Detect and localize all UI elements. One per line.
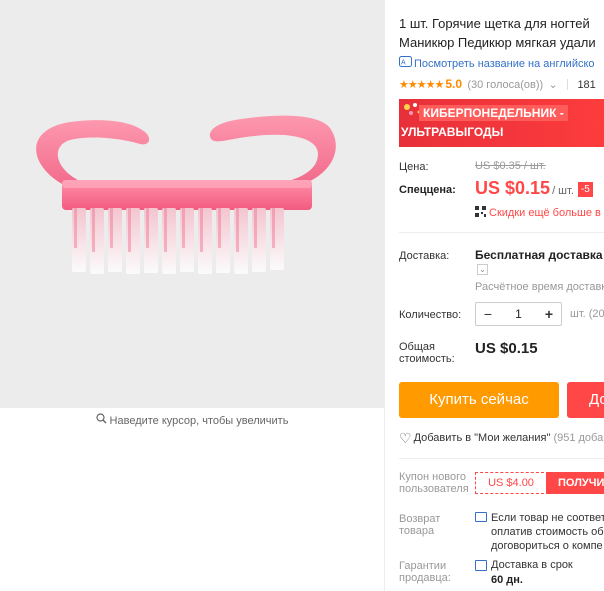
chevron-down-icon[interactable]: ⌄ [477,264,488,275]
guarantee-label-line1: Гарантии [399,560,447,572]
quantity-label: Количество: [399,309,462,321]
product-info-panel: 1 шт. Горячие щетка для ногтей Маникюр П… [384,0,604,591]
guarantee-label: Гарантии продавца: [399,560,451,584]
divider [399,458,604,459]
discount-link[interactable]: Скидки ещё больше в [475,206,601,219]
product-image[interactable] [0,0,384,408]
quantity-input[interactable]: 1 [500,303,537,325]
return-label: Возврат товара [399,513,440,537]
return-icon [475,512,487,522]
price-unit: / шт. [552,185,574,197]
magnifier-icon [95,412,107,430]
shipping-time: Расчётное время доставк [475,281,604,293]
add-to-cart-button[interactable]: До [567,382,604,418]
guarantee-days: 60 дн. [491,574,523,586]
product-title-line1: 1 шт. Горячие щетка для ногтей [399,16,590,31]
return-label-line2: товара [399,525,435,537]
total-value: US $0.15 [475,340,538,357]
discount-text[interactable]: Скидки ещё больше в [489,207,601,219]
new-user-coupon: US $4.00 ПОЛУЧИ [475,472,604,494]
return-line2: оплатив стоимость об [491,526,604,538]
quantity-stepper: − 1 + [475,302,562,326]
heart-icon: ♡ [399,430,412,446]
total-label: Общая стоимость: [399,341,455,365]
product-title: 1 шт. Горячие щетка для ногтей Маникюр П… [399,14,604,52]
delivery-truck-icon [475,560,487,571]
qr-code-icon [475,206,486,217]
zoom-hint-text: Наведите курсор, чтобы увеличить [109,415,289,427]
price-label: Цена: [399,161,429,173]
return-text: Если товар не соответ оплатив стоимость … [491,511,604,553]
translate-link-text[interactable]: Посмотреть название на английско [414,58,595,70]
price-old: US $0.35 / шт. [475,160,546,172]
shipping-label: Доставка: [399,250,450,262]
special-price-label: Спеццена: [399,184,456,196]
return-label-line1: Возврат [399,513,441,525]
coupon-label: Купон нового пользователя [399,471,469,495]
quantity-note: шт. (20 [570,308,604,320]
coupon-label-line1: Купон нового [399,471,467,483]
coupon-label-line2: пользователя [399,483,469,495]
total-label-line2: стоимость: [399,353,455,365]
divider [399,232,604,233]
buy-now-button[interactable]: Купить сейчас [399,382,559,418]
price-new-value: US $0.15 [475,178,551,198]
quantity-increase-button[interactable]: + [537,303,561,325]
price-new: US $0.15/ шт. -5 [475,178,593,199]
orders-count: 181 [577,79,596,91]
rating-votes[interactable]: (30 голоса(ов)) [467,79,543,91]
wishlist-link[interactable]: ♡ Добавить в "Мои желания" (951 доба [399,430,603,447]
rating-score: 5.0 [445,77,462,91]
promo-banner[interactable]: КИБЕРПОНЕДЕЛЬНИК - УЛЬТРАВЫГОДЫ [399,99,604,147]
star-rating-icon: ★★★★★ [399,79,444,91]
total-label-line1: Общая [399,341,435,353]
zoom-hint: Наведите курсор, чтобы увеличить [0,412,384,430]
translate-icon: A [399,56,412,70]
shipping-value[interactable]: Бесплатная доставка в Р [475,248,604,262]
svg-text:A: A [401,60,406,67]
wishlist-text[interactable]: Добавить в "Мои желания" [414,432,551,444]
discount-badge: -5 [577,182,593,197]
chevron-down-icon[interactable]: ⌄ [549,79,558,91]
nail-brush-illustration [36,115,336,274]
guarantee-label-line2: продавца: [399,572,451,584]
guarantee-text: Доставка в срок [491,559,573,571]
get-coupon-button[interactable]: ПОЛУЧИ [546,472,604,494]
wishlist-count: (951 доба [553,432,604,444]
return-line1: Если товар не соответ [491,512,604,524]
coupon-amount: US $4.00 [488,477,534,489]
quantity-decrease-button[interactable]: − [476,303,500,325]
product-title-line2: Маникюр Педикюр мягкая удали [399,35,596,50]
divider [567,79,569,91]
translate-link[interactable]: A Посмотреть название на английско [399,56,595,70]
promo-line1: КИБЕРПОНЕДЕЛЬНИК - [419,105,568,121]
rating-row: ★★★★★ 5.0 (30 голоса(ов)) ⌄ 181 [399,77,596,91]
return-line3: договориться о компе [491,540,603,552]
promo-line2: УЛЬТРАВЫГОДЫ [401,125,504,139]
